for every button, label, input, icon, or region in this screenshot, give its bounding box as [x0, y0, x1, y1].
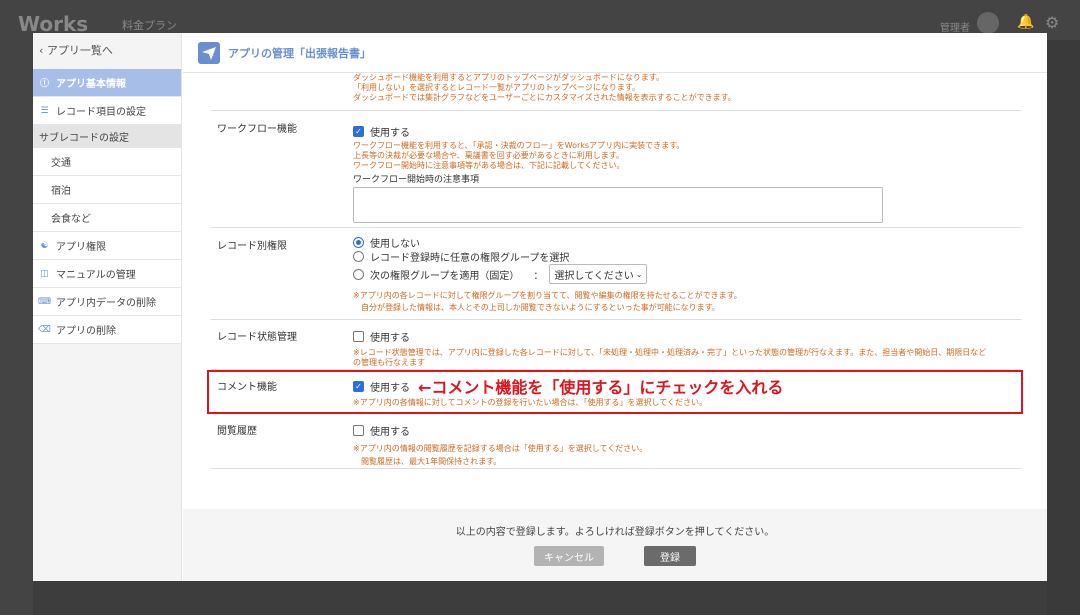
workflow-label: ワークフロー機能	[217, 124, 297, 135]
sidebar-item-delete-app[interactable]: ⌫ アプリの削除	[33, 316, 181, 344]
sidebar-item-dining[interactable]: 会食など	[33, 204, 181, 232]
airplane-icon	[198, 41, 220, 64]
sidebar-item-label: アプリの削除	[56, 326, 116, 337]
workflow-caution-label: ワークフロー開始時の注意事項	[353, 175, 480, 185]
footer-message: 以上の内容で登録します。よろしければ登録ボタンを押してください。	[455, 527, 775, 538]
sidebar-item-record-fields[interactable]: ☰ レコード項目の設定	[33, 97, 181, 125]
sidebar-item-label: レコード項目の設定	[56, 107, 146, 118]
radio-not-use[interactable]: 使用しない	[353, 235, 742, 250]
users-icon: ☯	[40, 240, 49, 251]
sidebar-item-label: 宿泊	[51, 186, 71, 197]
dashboard-notes: ダッシュボード機能を利用するとアプリのトップページがダッシュボードになります。 …	[353, 73, 736, 102]
plan-link: 料金プラン	[122, 19, 177, 32]
eraser-icon: ⌨	[38, 296, 51, 307]
sidebar-section-label: サブレコードの設定	[39, 132, 129, 144]
sidebar-item-label: 交通	[51, 158, 71, 169]
settings-footer: 以上の内容で登録します。よろしければ登録ボタンを押してください。 キャンセル 登…	[183, 509, 1047, 581]
trash-icon: ⌫	[38, 324, 51, 335]
highlight-box	[207, 370, 1023, 414]
sidebar-item-transport[interactable]: 交通	[33, 148, 181, 176]
record-status-notes: ※レコード状態管理では、アプリ内に登録した各レコードに対して、「未処理・処理中・…	[353, 348, 987, 367]
sidebar-item-app-permissions[interactable]: ☯ アプリ権限	[33, 232, 181, 260]
settings-sidebar: ‹ アプリ一覧へ ⓘ アプリ基本情報 ☰ レコード項目の設定 サブレコードの設定…	[33, 33, 182, 581]
bell-icon: 🔔	[1017, 14, 1035, 30]
avatar	[977, 12, 999, 34]
history-notes: ※アプリ内の情報の閲覧履歴を記録する場合は「使用する」を選択してください。 閲覧…	[353, 444, 648, 466]
workflow-caution-textarea[interactable]	[353, 187, 883, 223]
workflow-row: ワークフロー機能 ✓ 使用する ワークフロー機能を利用すると、「承認・決裁のフロ…	[211, 111, 1021, 228]
sidebar-item-label: アプリ内データの削除	[56, 298, 156, 309]
radio-fixed-group[interactable]: 次の権限グループを適用（固定） ： 選択してください ⌄	[353, 263, 742, 285]
record-permission-row: レコード別権限 使用しない レコード登録時に任意の権限グループを選択 次の権限グ…	[211, 228, 1021, 320]
app-side-background	[0, 40, 33, 615]
record-status-checkbox[interactable]: 使用する	[353, 329, 410, 344]
settings-content: ダッシュボード機能を利用するとアプリのトップページがダッシュボードになります。 …	[183, 73, 1047, 509]
info-icon: ⓘ	[39, 79, 49, 89]
sidebar-item-label: アプリ基本情報	[56, 79, 126, 90]
cancel-button[interactable]: キャンセル	[534, 546, 604, 566]
workflow-notes: ワークフロー機能を利用すると、「承認・決裁のフロー」をWorksアプリ内に実装で…	[353, 141, 685, 170]
checkmark-icon: ✓	[353, 126, 364, 137]
admin-label: 管理者	[940, 23, 970, 34]
sidebar-item-lodging[interactable]: 宿泊	[33, 176, 181, 204]
sidebar-item-manual[interactable]: ◫ マニュアルの管理	[33, 260, 181, 288]
history-checkbox[interactable]: 使用する	[353, 423, 410, 438]
chevron-left-icon: ‹	[39, 44, 44, 57]
app-right-background	[1047, 40, 1080, 615]
radio-dot	[353, 250, 364, 262]
sidebar-item-delete-data[interactable]: ⌨ アプリ内データの削除	[33, 288, 181, 316]
page-title: アプリの管理「出張報告書」	[228, 46, 371, 60]
sidebar-section-subrecords: サブレコードの設定	[33, 125, 181, 148]
radio-dot	[353, 268, 364, 280]
gear-icon: ⚙	[1045, 13, 1060, 32]
dashboard-row: ダッシュボード機能を利用するとアプリのトップページがダッシュボードになります。 …	[211, 73, 1021, 111]
book-icon: ◫	[40, 268, 49, 279]
save-button[interactable]: 登録	[644, 546, 696, 566]
permission-group-select[interactable]: 選択してください ⌄	[549, 264, 648, 284]
sidebar-item-label: アプリ権限	[56, 242, 106, 253]
back-to-app-list-link[interactable]: ‹ アプリ一覧へ	[33, 33, 181, 69]
back-label: アプリ一覧へ	[46, 44, 113, 57]
list-icon: ☰	[40, 105, 49, 116]
app-settings-modal: ‹ アプリ一覧へ ⓘ アプリ基本情報 ☰ レコード項目の設定 サブレコードの設定…	[33, 33, 1047, 581]
record-permission-label: レコード別権限	[217, 241, 287, 252]
radio-select-on-register[interactable]: レコード登録時に任意の権限グループを選択	[353, 249, 742, 264]
record-status-label: レコード状態管理	[217, 332, 297, 343]
sidebar-item-basic-info[interactable]: ⓘ アプリ基本情報	[33, 69, 181, 97]
workflow-checkbox[interactable]: ✓ 使用する	[353, 124, 410, 139]
history-label: 閲覧履歴	[217, 426, 257, 437]
record-permission-notes: ※アプリ内の各レコードに対して権限グループを割り当てて、閲覧や編集の権限を持たせ…	[353, 291, 742, 312]
sidebar-item-label: マニュアルの管理	[56, 270, 136, 281]
sidebar-item-label: 会食など	[51, 214, 91, 225]
radio-dot	[353, 236, 364, 248]
settings-header: アプリの管理「出張報告書」	[183, 33, 1047, 73]
history-row: 閲覧履歴 使用する ※アプリ内の情報の閲覧履歴を記録する場合は「使用する」を選択…	[211, 414, 1021, 469]
chevron-down-icon: ⌄	[635, 269, 643, 279]
record-status-row: レコード状態管理 使用する ※レコード状態管理では、アプリ内に登録した各レコード…	[211, 320, 1021, 370]
settings-main: アプリの管理「出張報告書」 ダッシュボード機能を利用するとアプリのトップページが…	[183, 33, 1047, 581]
